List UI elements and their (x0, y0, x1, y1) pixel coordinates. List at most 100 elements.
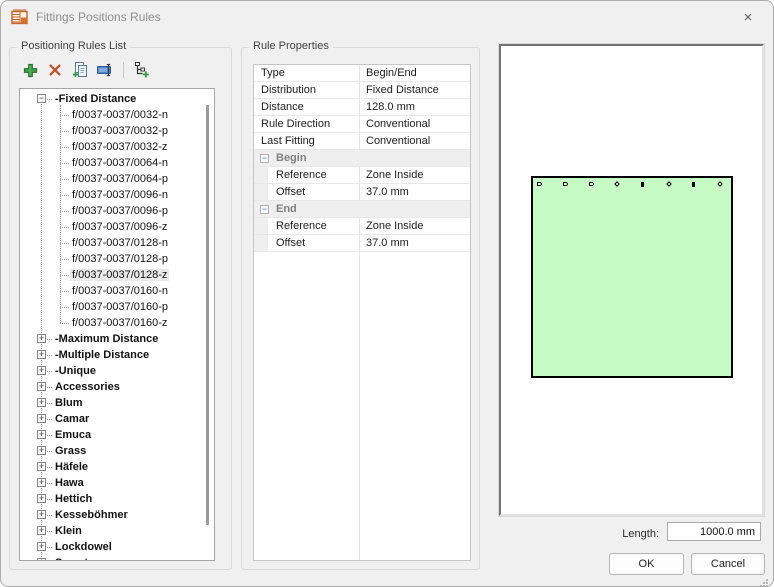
property-row[interactable]: Distribution Fixed Distance (254, 82, 470, 99)
property-row[interactable]: Last Fitting Conventional (254, 133, 470, 150)
expand-toggle-icon[interactable]: + (37, 414, 46, 423)
expand-toggle-icon[interactable]: + (37, 494, 46, 503)
tree-category-row[interactable]: + Hettich (20, 491, 214, 507)
expand-toggle-icon[interactable]: + (37, 462, 46, 471)
expand-toggle-icon[interactable]: + (37, 382, 46, 391)
expand-toggle-icon[interactable]: + (37, 366, 46, 375)
rule-properties-groupbox: Rule Properties Type Begin/End Distributio… (241, 40, 480, 570)
tree-category-label: Lockdowel (55, 541, 112, 553)
property-row[interactable]: Rule Direction Conventional (254, 116, 470, 133)
tree-item-row[interactable]: f/0037-0037/0160-p (20, 299, 214, 315)
length-input[interactable] (667, 522, 761, 541)
expand-toggle-icon[interactable]: + (37, 430, 46, 439)
tree-item-row[interactable]: f/0037-0037/0032-z (20, 139, 214, 155)
expand-toggle-icon[interactable]: + (37, 478, 46, 487)
resize-grip[interactable] (766, 579, 768, 581)
expand-toggle-icon[interactable]: + (37, 526, 46, 535)
expand-toggle-icon[interactable]: + (37, 398, 46, 407)
rename-rule-button[interactable] (95, 60, 115, 80)
add-rule-button[interactable] (20, 60, 40, 80)
rule-properties-title: Rule Properties (249, 40, 333, 52)
property-row[interactable]: Offset 37.0 mm (254, 184, 470, 201)
expand-toggle-icon[interactable]: + (37, 350, 46, 359)
tree-category-row[interactable]: + -Unique (20, 363, 214, 379)
tree-connector (47, 483, 52, 484)
expand-toggle-icon[interactable]: + (37, 558, 46, 560)
tree-connector (47, 339, 52, 340)
ok-button[interactable]: OK (609, 553, 684, 575)
copy-rule-button[interactable] (70, 60, 90, 80)
tree-item-row[interactable]: f/0037-0037/0128-p (20, 251, 214, 267)
positioning-rules-tree[interactable]: − -Fixed Distance f/0037-0037/0032-n f/0037… (19, 88, 215, 561)
tree-category-row[interactable]: + Hawa (20, 475, 214, 491)
tree-category-label: Camar (55, 413, 90, 425)
expand-toggle-icon[interactable]: + (37, 510, 46, 519)
expand-toggle-icon[interactable]: + (37, 542, 46, 551)
property-row[interactable]: Type Begin/End (254, 65, 470, 82)
tree-item-label: f/0037-0037/0160-z (72, 317, 168, 329)
property-value[interactable]: Zone Inside (366, 169, 423, 181)
collapse-toggle-icon[interactable]: − (37, 94, 46, 103)
tree-category-row[interactable]: + -Maximum Distance (20, 331, 214, 347)
tree-item-row[interactable]: f/0037-0037/0096-n (20, 187, 214, 203)
tree-connector (60, 195, 69, 196)
tree-category-row[interactable]: + Grass (20, 443, 214, 459)
property-value[interactable]: Zone Inside (366, 220, 423, 232)
delete-rule-button[interactable] (45, 60, 65, 80)
property-label: Begin (276, 152, 307, 164)
tree-category-row[interactable]: + Camar (20, 411, 214, 427)
property-value[interactable]: Begin/End (366, 67, 417, 79)
tree-item-label: f/0037-0037/0160-n (72, 285, 169, 297)
tree-category-row[interactable]: + Kesseböhmer (20, 507, 214, 523)
property-value[interactable]: Conventional (366, 135, 430, 147)
collapse-toggle-icon[interactable]: − (260, 154, 269, 163)
tree-category-label: Häfele (55, 461, 89, 473)
add-category-button[interactable] (132, 60, 152, 80)
property-row[interactable]: Offset 37.0 mm (254, 235, 470, 252)
tree-category-row[interactable]: + Häfele (20, 459, 214, 475)
fittings-positions-rules-dialog: Fittings Positions Rules × Positioning R… (0, 0, 774, 587)
tree-item-row[interactable]: f/0037-0037/0160-n (20, 283, 214, 299)
tree-category-row[interactable]: − -Fixed Distance (20, 91, 214, 107)
tree-connector (47, 371, 52, 372)
window-title: Fittings Positions Rules (36, 10, 161, 24)
tree-item-row[interactable]: f/0037-0037/0064-n (20, 155, 214, 171)
tree-category-row[interactable]: + Lockdowel (20, 539, 214, 555)
tree-item-row[interactable]: f/0037-0037/0160-z (20, 315, 214, 331)
property-value[interactable]: Conventional (366, 118, 430, 130)
property-label: Offset (276, 186, 306, 198)
property-value[interactable]: Fixed Distance (366, 84, 439, 96)
toolbar-separator (123, 62, 124, 78)
tree-category-row[interactable]: + Accessories (20, 379, 214, 395)
property-group-row[interactable]: − End (254, 201, 470, 218)
tree-connector (47, 99, 52, 100)
tree-item-row[interactable]: f/0037-0037/0128-z (20, 267, 214, 283)
property-row[interactable]: Distance 128.0 mm (254, 99, 470, 116)
tree-category-row[interactable]: + Klein (20, 523, 214, 539)
tree-item-row[interactable]: f/0037-0037/0096-p (20, 203, 214, 219)
property-value[interactable]: 37.0 mm (366, 186, 409, 198)
expand-toggle-icon[interactable]: + (37, 334, 46, 343)
expand-toggle-icon[interactable]: + (37, 446, 46, 455)
delete-x-icon (49, 64, 61, 76)
tree-category-row[interactable]: + -Multiple Distance (20, 347, 214, 363)
tree-item-row[interactable]: f/0037-0037/0032-n (20, 107, 214, 123)
length-label: Length: (622, 528, 659, 540)
tree-category-row[interactable]: + Emuca (20, 427, 214, 443)
property-row[interactable]: Reference Zone Inside (254, 167, 470, 184)
tree-item-row[interactable]: f/0037-0037/0096-z (20, 219, 214, 235)
property-row[interactable]: Reference Zone Inside (254, 218, 470, 235)
collapse-toggle-icon[interactable]: − (260, 205, 269, 214)
tree-item-row[interactable]: f/0037-0037/0032-p (20, 123, 214, 139)
tree-item-row[interactable]: f/0037-0037/0064-p (20, 171, 214, 187)
tree-item-row[interactable]: f/0037-0037/0128-n (20, 235, 214, 251)
property-group-row[interactable]: − Begin (254, 150, 470, 167)
cancel-button[interactable]: Cancel (691, 553, 765, 575)
property-value[interactable]: 37.0 mm (366, 237, 409, 249)
property-value[interactable]: 128.0 mm (366, 101, 415, 113)
property-label: End (276, 203, 297, 215)
close-button[interactable]: × (737, 7, 759, 29)
tree-category-row[interactable]: + Samet (20, 555, 214, 560)
tree-category-row[interactable]: + Blum (20, 395, 214, 411)
tree-category-label: Hawa (55, 477, 84, 489)
